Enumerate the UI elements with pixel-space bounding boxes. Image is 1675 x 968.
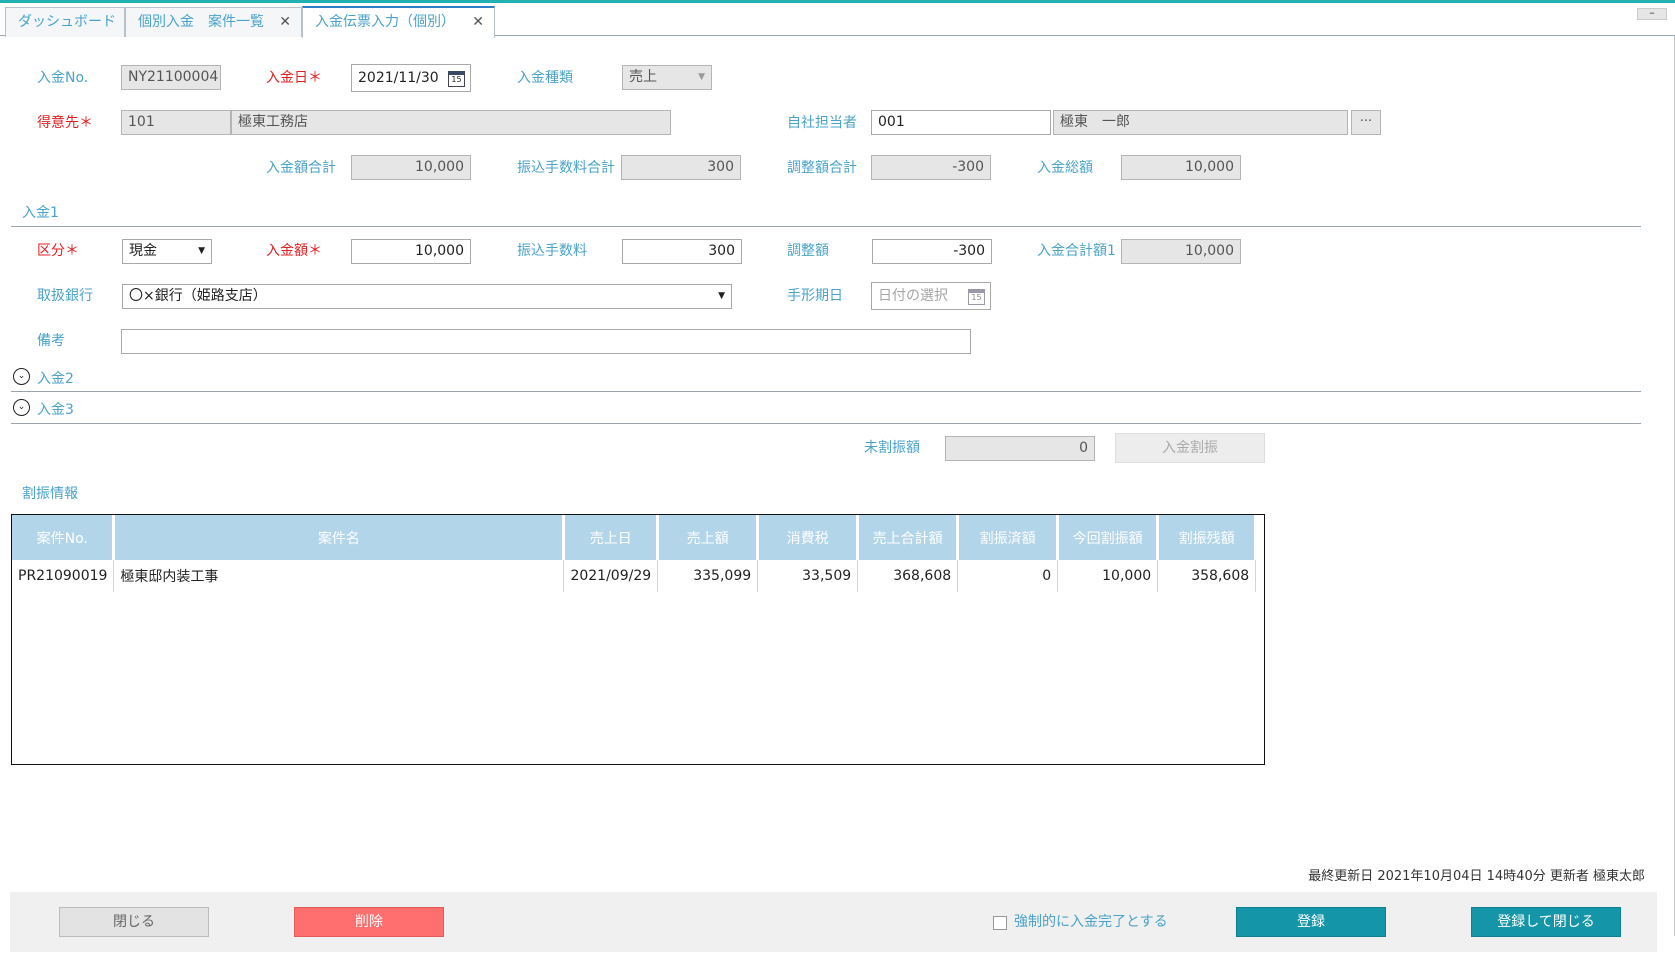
- adjust-field[interactable]: -300: [872, 239, 992, 264]
- bill-date-label: 手形期日: [787, 288, 843, 304]
- staff-code-field[interactable]: 001: [871, 110, 1051, 135]
- staff-lookup-button[interactable]: ···: [1351, 110, 1381, 135]
- case-no-cell: PR21090019: [12, 560, 115, 592]
- column-header[interactable]: 売上額: [657, 515, 760, 560]
- chevron-down-icon: ▼: [698, 72, 705, 82]
- column-header[interactable]: 割振済額: [957, 515, 1060, 560]
- allocation-section-title: 割振情報: [22, 486, 78, 502]
- payment2-section-title[interactable]: 入金2: [37, 368, 74, 388]
- calendar-icon[interactable]: 15: [968, 289, 985, 305]
- chevron-down-icon: ▼: [198, 246, 205, 256]
- payment-no-field: NY21100004: [121, 65, 221, 90]
- payment-type-label: 入金種類: [517, 70, 573, 86]
- memo-label: 備考: [37, 333, 65, 349]
- memo-field[interactable]: [121, 329, 971, 354]
- payment-kind-value: 現金: [129, 243, 157, 259]
- amount-total-label: 入金額合計: [266, 160, 336, 176]
- subtotal-label: 入金合計額1: [1037, 243, 1116, 259]
- tab-bar: ダッシュボード 個別入金 案件一覧 ✕ 入金伝票入力（個別） ✕ –: [0, 3, 1675, 38]
- payment-date-label: 入金日＊: [266, 70, 322, 86]
- adjust-total-label: 調整額合計: [787, 160, 857, 176]
- tab-case-list[interactable]: 個別入金 案件一覧 ✕: [125, 7, 302, 37]
- fee-field[interactable]: 300: [622, 239, 742, 264]
- column-header[interactable]: 売上合計額: [857, 515, 960, 560]
- customer-name-field: 極東工務店: [231, 110, 671, 135]
- allocated-cell: 0: [957, 560, 1059, 592]
- force-complete-checkbox[interactable]: [993, 916, 1007, 930]
- allocate-button[interactable]: 入金割振: [1115, 433, 1265, 463]
- payment1-section-title: 入金1: [22, 205, 59, 221]
- tab-payment-entry[interactable]: 入金伝票入力（個別） ✕: [302, 6, 495, 38]
- delete-button[interactable]: 削除: [294, 907, 444, 937]
- column-header[interactable]: 案件名: [113, 515, 566, 560]
- register-button[interactable]: 登録: [1236, 907, 1386, 937]
- payment-kind-label: 区分＊: [37, 243, 79, 259]
- remaining-cell: 358,608: [1157, 560, 1257, 592]
- grand-total-field: 10,000: [1121, 155, 1241, 180]
- chevron-down-icon: ▼: [718, 291, 725, 301]
- expand-icon[interactable]: ⌄: [13, 368, 30, 385]
- amount-total-field: 10,000: [351, 155, 471, 180]
- tab-label: 個別入金 案件一覧: [138, 14, 264, 30]
- minimize-button[interactable]: –: [1637, 7, 1667, 20]
- register-and-close-button[interactable]: 登録して閉じる: [1471, 907, 1621, 937]
- adjust-label: 調整額: [787, 243, 829, 259]
- adjust-total-field: -300: [871, 155, 991, 180]
- bank-label: 取扱銀行: [37, 288, 93, 304]
- fee-total-field: 300: [621, 155, 741, 180]
- close-icon[interactable]: ✕: [279, 8, 291, 36]
- close-icon[interactable]: ✕: [472, 8, 484, 36]
- payment-no-label: 入金No.: [37, 70, 89, 86]
- last-updated-text: 最終更新日 2021年10月04日 14時40分 更新者 極東太郎: [1308, 869, 1645, 884]
- payment-date-field[interactable]: 2021/11/30 15: [351, 64, 471, 92]
- grand-total-label: 入金総額: [1037, 160, 1093, 176]
- subtotal-field: 10,000: [1121, 239, 1241, 264]
- column-header[interactable]: 案件No.: [12, 515, 116, 560]
- force-complete-label[interactable]: 強制的に入金完了とする: [1014, 913, 1168, 931]
- customer-label: 得意先＊: [37, 115, 93, 131]
- column-header[interactable]: 今回割振額: [1057, 515, 1160, 560]
- payment3-section-title[interactable]: 入金3: [37, 399, 74, 419]
- fee-total-label: 振込手数料合計: [517, 160, 615, 176]
- unallocated-field: 0: [945, 436, 1095, 461]
- tab-dashboard[interactable]: ダッシュボード: [5, 7, 125, 37]
- column-header[interactable]: 売上日: [563, 515, 660, 560]
- fee-label: 振込手数料: [517, 243, 587, 259]
- bill-date-field[interactable]: 日付の選択 15: [871, 282, 991, 310]
- sales-total-cell: 368,608: [857, 560, 959, 592]
- payment-type-value: 売上: [629, 69, 657, 85]
- unallocated-label: 未割振額: [864, 440, 920, 456]
- close-button[interactable]: 閉じる: [59, 907, 209, 937]
- staff-label: 自社担当者: [787, 115, 857, 131]
- tax-cell: 33,509: [757, 560, 859, 592]
- staff-name-field: 極東 一郎: [1053, 110, 1348, 135]
- sales-amount-cell: 335,099: [657, 560, 759, 592]
- allocation-grid: 案件No. 案件名 売上日 売上額 消費税 売上合計額 割振済額 今回割振額 割…: [11, 514, 1265, 765]
- payment-type-select: 売上 ▼: [622, 65, 712, 90]
- customer-code-field: 101: [121, 110, 231, 135]
- payment-amount-label: 入金額＊: [266, 243, 322, 259]
- sales-date-cell: 2021/09/29: [563, 560, 659, 592]
- section-divider: [11, 423, 1641, 424]
- section-divider: [11, 391, 1641, 392]
- current-allocation-cell[interactable]: 10,000: [1057, 560, 1159, 592]
- section-divider: [11, 226, 1641, 227]
- grid-header-row: 案件No. 案件名 売上日 売上額 消費税 売上合計額 割振済額 今回割振額 割…: [12, 515, 1258, 560]
- calendar-icon[interactable]: 15: [448, 71, 465, 87]
- tab-label: 入金伝票入力（個別）: [315, 14, 455, 30]
- case-name-cell: 極東邸内装工事: [113, 560, 565, 592]
- bank-value: 〇×銀行（姫路支店）: [129, 288, 267, 304]
- bank-select[interactable]: 〇×銀行（姫路支店） ▼: [122, 284, 732, 309]
- tab-label: ダッシュボード: [18, 14, 116, 30]
- column-header[interactable]: 割振残額: [1157, 515, 1258, 560]
- table-row[interactable]: PR21090019 極東邸内装工事 2021/09/29 335,099 33…: [12, 560, 1257, 592]
- column-header[interactable]: 消費税: [757, 515, 860, 560]
- footer-bar: [10, 892, 1657, 952]
- payment-kind-select[interactable]: 現金 ▼: [122, 239, 212, 264]
- expand-icon[interactable]: ⌄: [13, 399, 30, 416]
- payment-date-value: 2021/11/30: [358, 70, 439, 86]
- payment-amount-field[interactable]: 10,000: [351, 239, 471, 264]
- bill-date-placeholder: 日付の選択: [878, 288, 948, 304]
